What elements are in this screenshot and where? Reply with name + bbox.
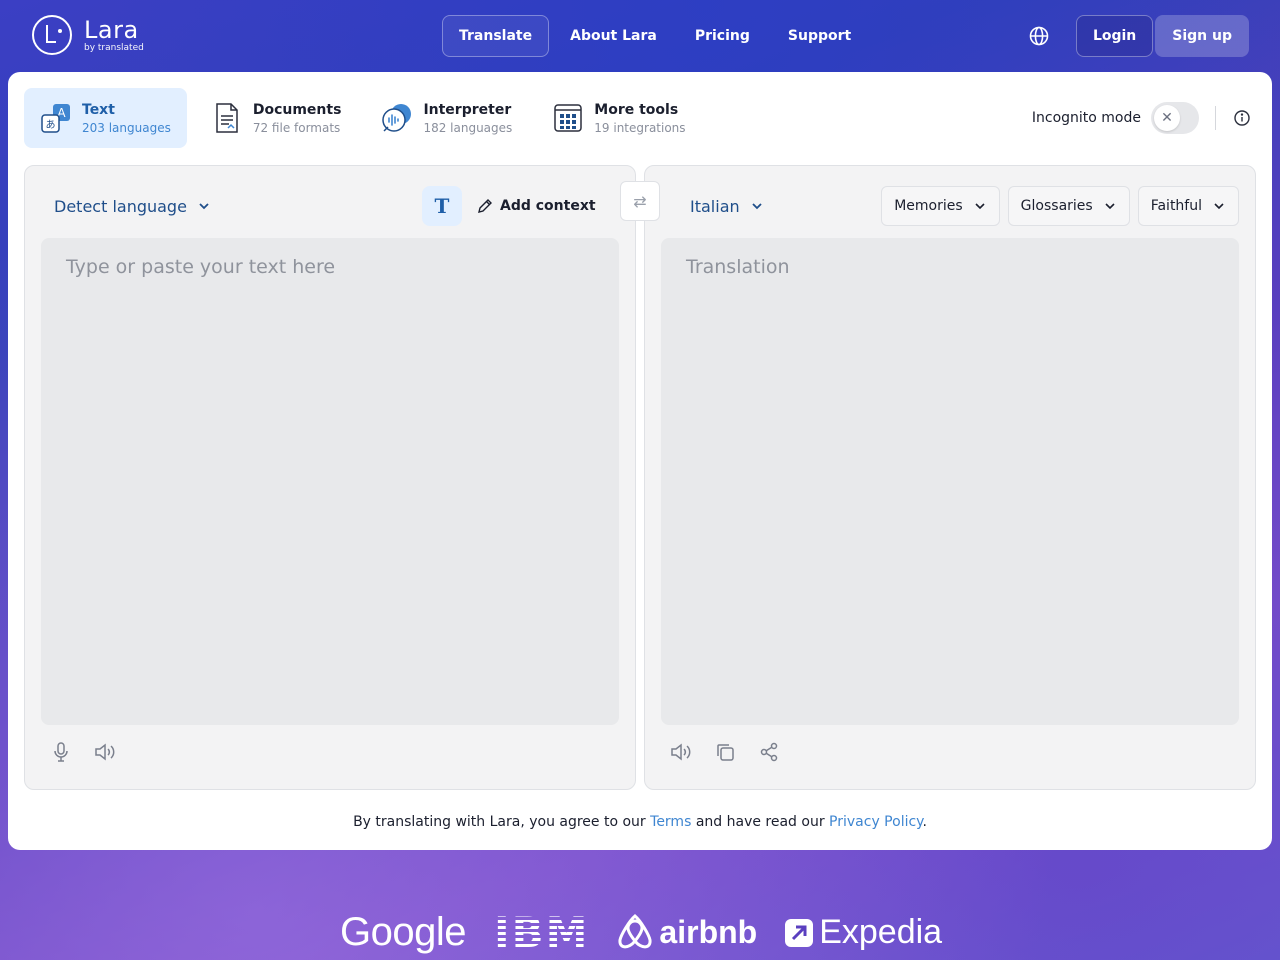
close-icon: ✕ [1154,105,1180,131]
copy-icon[interactable] [713,740,737,764]
ibm-logo: IBM [493,908,590,957]
expedia-icon [785,918,814,947]
source-text-input[interactable] [41,238,619,725]
mode-tab-text[interactable]: A あ Text 203 languages [24,88,187,148]
glossaries-label: Glossaries [1020,198,1093,214]
lara-logo[interactable]: Lara by translated [32,15,144,55]
incognito-toggle[interactable]: ✕ [1151,102,1199,134]
airbnb-icon [618,913,652,948]
chevron-down-icon [975,203,985,210]
login-button[interactable]: Login [1075,15,1154,57]
mode-tab-documents[interactable]: Documents 72 file formats [195,88,358,148]
nav-pricing[interactable]: Pricing [678,15,767,57]
document-icon [211,102,243,134]
add-context-label: Add context [500,198,596,214]
target-language-label: Italian [690,196,740,216]
translation-mode-dropdown[interactable]: Faithful [1137,186,1239,226]
memories-label: Memories [894,198,963,214]
share-icon[interactable] [757,740,781,764]
mode-text-sub: 203 languages [82,120,171,135]
lara-logo-mark [32,15,72,55]
airbnb-logo: airbnb [659,914,758,950]
text-style-button[interactable]: T [422,186,462,226]
customer-logos: Google IBM airbnb Expedia [340,908,942,957]
swap-languages-button[interactable]: ⇄ [620,181,660,221]
top-navigation: Lara by translated Translate About Lara … [0,0,1280,72]
divider [1215,106,1216,130]
mode-more-tools-sub: 19 integrations [594,120,686,135]
chevron-down-icon [1105,203,1115,210]
nav-about-lara[interactable]: About Lara [553,15,674,57]
speaker-icon[interactable] [669,740,693,764]
translation-output: Translation [661,238,1239,725]
svg-text:あ: あ [46,119,56,131]
target-panel: Italian Memories Glossaries Faithful Tra… [644,165,1256,790]
glossaries-dropdown[interactable]: Glossaries [1007,186,1130,226]
translator-card: A あ Text 203 languages Documents 72 file… [8,72,1272,850]
incognito-control: Incognito mode ✕ [1032,102,1252,134]
chevron-down-icon [752,203,762,210]
chevron-down-icon [199,203,209,210]
translation-mode-label: Faithful [1150,198,1202,214]
main-nav: Translate About Lara Pricing Support [442,15,868,57]
mode-more-tools-title: More tools [594,101,679,118]
source-language-label: Detect language [54,196,187,216]
mode-interpreter-title: Interpreter [423,101,512,118]
logo-name: Lara [84,15,139,44]
mode-tab-interpreter[interactable]: Interpreter 182 languages [365,88,528,148]
pencil-icon [478,199,492,213]
terms-notice: By translating with Lara, you agree to o… [8,814,1272,830]
text-translate-icon: A あ [40,102,72,134]
mode-tab-more-tools[interactable]: More tools 19 integrations [536,88,701,148]
source-language-select[interactable]: Detect language [54,186,211,226]
signup-button[interactable]: Sign up [1155,15,1249,57]
airbnb-logo-wrapper: airbnb [617,913,757,953]
mode-tabs: A あ Text 203 languages Documents 72 file… [24,88,702,148]
terms-suffix: . [922,814,927,830]
mode-documents-sub: 72 file formats [252,120,341,135]
privacy-policy-link[interactable]: Privacy Policy [829,814,922,830]
chevron-down-icon [1214,203,1224,210]
mode-text-title: Text [82,101,115,118]
globe-icon[interactable] [1018,15,1060,57]
terms-prefix: By translating with Lara, you agree to o… [353,814,651,830]
nav-translate[interactable]: Translate [442,15,550,57]
microphone-icon[interactable] [49,740,73,764]
expedia-logo-wrapper: Expedia [785,913,942,952]
terms-link[interactable]: Terms [650,814,691,830]
mode-interpreter-sub: 182 languages [423,120,513,135]
nav-support[interactable]: Support [771,15,868,57]
interpreter-icon [381,102,413,134]
google-logo: Google [340,910,466,954]
target-language-select[interactable]: Italian [690,186,764,226]
terms-middle: and have read our [691,814,830,830]
logo-subtitle: by translated [84,42,144,53]
speaker-icon[interactable] [93,740,117,764]
add-context-button[interactable]: Add context [477,186,596,226]
incognito-label: Incognito mode [1031,110,1141,126]
memories-dropdown[interactable]: Memories [881,186,1000,226]
grid-icon [552,102,584,134]
source-panel: Detect language T Add context [24,165,636,790]
expedia-logo: Expedia [819,913,943,951]
mode-documents-title: Documents [252,101,342,118]
info-icon[interactable] [1232,108,1252,128]
